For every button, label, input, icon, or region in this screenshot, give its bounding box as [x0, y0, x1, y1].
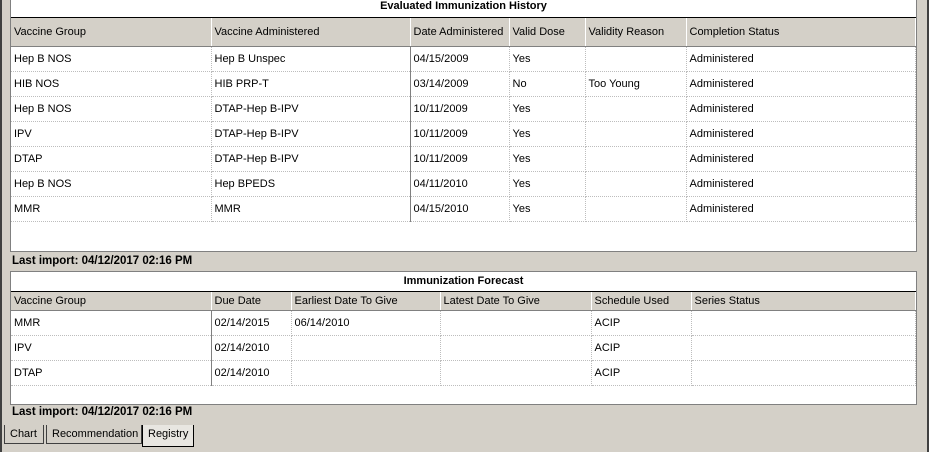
cell: Yes [509, 96, 586, 122]
cell: Administered [686, 121, 916, 147]
table-row[interactable]: MMR 02/14/2015 06/14/2010 ACIP [11, 310, 916, 336]
cell [691, 335, 916, 361]
cell [691, 360, 916, 386]
cell [440, 310, 592, 336]
cell: DTAP [11, 146, 212, 172]
cell: 04/15/2009 [410, 46, 510, 72]
cell: MMR [211, 196, 411, 222]
cell: Yes [509, 46, 586, 72]
cell: HIB PRP-T [211, 71, 411, 97]
col-valid-dose[interactable]: Valid Dose [509, 18, 586, 47]
cell: Too Young [585, 71, 687, 97]
cell: Hep B NOS [11, 46, 212, 72]
cell: Administered [686, 71, 916, 97]
cell: Hep B Unspec [211, 46, 411, 72]
table-row[interactable]: MMR MMR 04/15/2010 Yes Administered [11, 196, 916, 222]
cell: IPV [11, 121, 212, 147]
tab-recommendation[interactable]: Recommendation [46, 425, 142, 444]
table-row[interactable]: Hep B NOS Hep B Unspec 04/15/2009 Yes Ad… [11, 46, 916, 72]
table-row[interactable]: DTAP 02/14/2010 ACIP [11, 360, 916, 386]
col-series-status[interactable]: Series Status [691, 292, 916, 311]
cell: 02/14/2010 [211, 335, 292, 361]
history-panel: Evaluated Immunization History Vaccine G… [10, 0, 917, 252]
cell: MMR [11, 196, 212, 222]
col-schedule-used[interactable]: Schedule Used [591, 292, 692, 311]
cell: HIB NOS [11, 71, 212, 97]
cell: 10/11/2009 [410, 146, 510, 172]
cell: 10/11/2009 [410, 121, 510, 147]
cell: DTAP-Hep B-IPV [211, 96, 411, 122]
cell: Hep B NOS [11, 96, 212, 122]
cell: MMR [11, 310, 212, 336]
cell [585, 46, 687, 72]
col-validity-reason[interactable]: Validity Reason [585, 18, 687, 47]
cell: Administered [686, 46, 916, 72]
col-due-date[interactable]: Due Date [211, 292, 292, 311]
cell [585, 196, 687, 222]
cell: ACIP [591, 335, 692, 361]
cell: IPV [11, 335, 212, 361]
cell: 04/15/2010 [410, 196, 510, 222]
table-row[interactable]: HIB NOS HIB PRP-T 03/14/2009 No Too Youn… [11, 71, 916, 97]
cell: 06/14/2010 [291, 310, 441, 336]
cell: 10/11/2009 [410, 96, 510, 122]
cell: Hep BPEDS [211, 171, 411, 197]
cell: Yes [509, 196, 586, 222]
cell: DTAP-Hep B-IPV [211, 121, 411, 147]
cell: ACIP [591, 360, 692, 386]
forecast-title: Immunization Forecast [11, 272, 916, 292]
tab-chart[interactable]: Chart [4, 425, 44, 444]
cell [585, 146, 687, 172]
table-row[interactable]: DTAP DTAP-Hep B-IPV 10/11/2009 Yes Admin… [11, 146, 916, 172]
cell [585, 96, 687, 122]
tab-registry[interactable]: Registry [142, 425, 194, 447]
cell: ACIP [591, 310, 692, 336]
forecast-header-row: Vaccine Group Due Date Earliest Date To … [11, 292, 916, 311]
table-row[interactable]: Hep B NOS Hep BPEDS 04/11/2010 Yes Admin… [11, 171, 916, 197]
col-completion-status[interactable]: Completion Status [686, 18, 916, 47]
cell: DTAP [11, 360, 212, 386]
cell: Administered [686, 146, 916, 172]
cell [585, 171, 687, 197]
history-header-row: Vaccine Group Vaccine Administered Date … [11, 18, 916, 47]
cell: Yes [509, 171, 586, 197]
history-title: Evaluated Immunization History [11, 0, 916, 18]
table-row[interactable]: IPV 02/14/2010 ACIP [11, 335, 916, 361]
cell [440, 335, 592, 361]
cell [585, 121, 687, 147]
cell: 04/11/2010 [410, 171, 510, 197]
cell: 02/14/2015 [211, 310, 292, 336]
cell: Yes [509, 121, 586, 147]
cell: Yes [509, 146, 586, 172]
history-last-import: Last import: 04/12/2017 02:16 PM [12, 255, 193, 267]
cell: 03/14/2009 [410, 71, 510, 97]
forecast-table: Vaccine Group Due Date Earliest Date To … [11, 292, 916, 386]
table-row[interactable]: Hep B NOS DTAP-Hep B-IPV 10/11/2009 Yes … [11, 96, 916, 122]
cell: 02/14/2010 [211, 360, 292, 386]
cell [440, 360, 592, 386]
history-table: Vaccine Group Vaccine Administered Date … [11, 18, 916, 222]
forecast-last-import: Last import: 04/12/2017 02:16 PM [12, 406, 193, 418]
cell: Administered [686, 96, 916, 122]
col-earliest-date[interactable]: Earliest Date To Give [291, 292, 441, 311]
col-vaccine-group[interactable]: Vaccine Group [11, 292, 212, 311]
cell [291, 335, 441, 361]
col-date-administered[interactable]: Date Administered [410, 18, 510, 47]
cell: DTAP-Hep B-IPV [211, 146, 411, 172]
cell: Administered [686, 171, 916, 197]
col-vaccine-administered[interactable]: Vaccine Administered [211, 18, 411, 47]
table-row[interactable]: IPV DTAP-Hep B-IPV 10/11/2009 Yes Admini… [11, 121, 916, 147]
cell [691, 310, 916, 336]
cell: No [509, 71, 586, 97]
col-vaccine-group[interactable]: Vaccine Group [11, 18, 212, 47]
forecast-panel: Immunization Forecast Vaccine Group Due … [10, 271, 917, 405]
cell [291, 360, 441, 386]
col-latest-date[interactable]: Latest Date To Give [440, 292, 592, 311]
cell: Hep B NOS [11, 171, 212, 197]
cell: Administered [686, 196, 916, 222]
